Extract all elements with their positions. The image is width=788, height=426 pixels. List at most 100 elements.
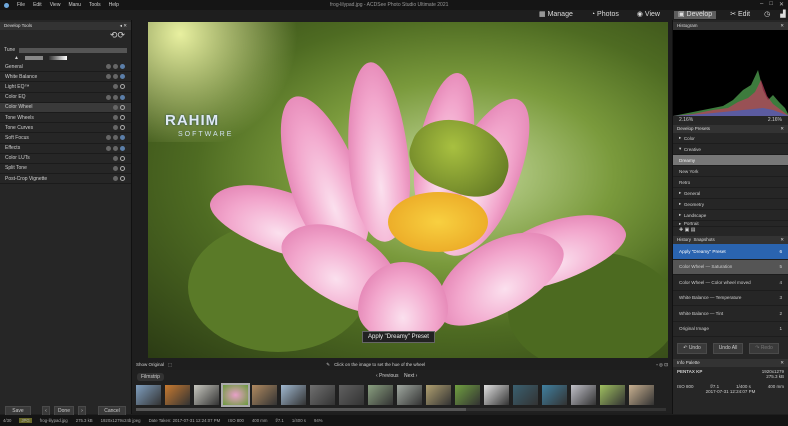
tool-split-tone[interactable]: Split Tone [0, 164, 131, 175]
status-filename: frog-lilypad.jpg [39, 418, 68, 423]
mode-edit[interactable]: ✂ Edit [726, 11, 754, 19]
menu-tools[interactable]: Tools [89, 2, 101, 8]
preset-actions[interactable]: ✚ ▣ ▤ [673, 227, 788, 236]
preset-folder-geometry[interactable]: ▸ Geometry [673, 199, 788, 210]
menu-view[interactable]: View [50, 2, 61, 8]
filmstrip-thumbnail[interactable] [455, 385, 480, 405]
show-original-toggle[interactable]: Show Original [136, 362, 164, 367]
menu-help[interactable]: Help [109, 2, 119, 8]
filmstrip-thumbnail[interactable] [136, 385, 161, 405]
history-item[interactable]: White Balance — Temperature 3 [673, 291, 788, 306]
image-canvas[interactable] [148, 22, 668, 358]
undo-button[interactable]: ↶ Undo [677, 343, 707, 354]
mode-manage[interactable]: ▦ Manage [535, 11, 577, 19]
dashboard-icon[interactable]: ◷ [764, 11, 770, 19]
mode-photos[interactable]: ◔ Photos [587, 11, 623, 19]
tool-light-eq[interactable]: Light EQ™ [0, 82, 131, 93]
preset-icons[interactable]: ⟲⟳ [0, 30, 131, 46]
next-link[interactable]: Next › [404, 373, 417, 379]
filmstrip-thumbnail[interactable] [571, 385, 596, 405]
history-number: 6 [779, 248, 782, 254]
compare-slider[interactable] [24, 56, 43, 60]
history-item[interactable]: Apply "Dreamy" Preset 6 [673, 244, 788, 260]
tool-general[interactable]: General [0, 62, 131, 73]
filmstrip-thumbnail[interactable] [600, 385, 625, 405]
undo-label: Undo [688, 345, 701, 351]
filmstrip-thumbnail[interactable] [397, 385, 422, 405]
preset-folder-color[interactable]: ▸ Color [673, 133, 788, 144]
info-size: 275.3 kB [766, 374, 784, 379]
history-item[interactable]: White Balance — Tint 2 [673, 306, 788, 322]
tool-tone-wheels[interactable]: Tone Wheels [0, 113, 131, 124]
filmstrip-thumbnail[interactable] [629, 385, 654, 405]
show-original-checkbox[interactable]: ⬚ [168, 362, 172, 368]
filmstrip-thumbnail[interactable] [339, 385, 364, 405]
redo-button[interactable]: ↷ Redo [749, 343, 779, 354]
mode-label: Manage [547, 10, 573, 18]
filmstrip-thumbnail[interactable] [252, 385, 277, 405]
info-iso: ISO 800 [677, 384, 694, 389]
mode-view[interactable]: ◉ View [633, 11, 664, 19]
eyedropper-icon: ✎ [326, 361, 331, 367]
panel-close-icon[interactable]: ✕ [780, 23, 784, 29]
filmstrip-thumbnail[interactable] [426, 385, 451, 405]
filmstrip-thumbnail[interactable] [484, 385, 509, 405]
preset-folder-general[interactable]: ▸ General [673, 188, 788, 199]
panel-close-icon[interactable]: ◂ ✕ [120, 23, 127, 29]
tool-soft-focus[interactable]: Soft Focus [0, 133, 131, 144]
filmstrip-thumbnail[interactable] [221, 383, 250, 407]
filmstrip-title: Filmstrip [137, 373, 164, 381]
zoom-controls[interactable]: ▫ ◎ ⊡ [656, 362, 668, 368]
exposure-preview[interactable] [48, 56, 67, 60]
panel-close-icon[interactable]: ✕ [780, 126, 784, 132]
minimize-button[interactable]: – [760, 1, 763, 8]
preset-new-york[interactable]: New York [673, 166, 788, 177]
tab-snapshots[interactable]: Snapshots [694, 237, 715, 242]
preset-folder-landscape[interactable]: ▸ Landscape [673, 210, 788, 221]
undo-all-button[interactable]: Undo All [713, 343, 743, 354]
preset-folder-creative[interactable]: ▾ Creative [673, 144, 788, 155]
histogram-right-clip[interactable]: 2.16% [768, 117, 782, 124]
filmstrip-thumbnail[interactable] [165, 385, 190, 405]
previous-link[interactable]: ‹ Previous [376, 373, 399, 379]
preset-retro[interactable]: Retro [673, 177, 788, 188]
filmstrip-thumbnail[interactable] [542, 385, 567, 405]
panel-close-icon[interactable]: ✕ [780, 360, 784, 366]
menu-file[interactable]: File [17, 2, 25, 8]
filmstrip-thumbnail[interactable] [513, 385, 538, 405]
tool-color-luts[interactable]: Color LUTs [0, 154, 131, 164]
history-item[interactable]: Color Wheel — Color wheel moved 4 [673, 275, 788, 291]
tool-color-wheel[interactable]: Color Wheel [0, 102, 131, 113]
histogram [673, 30, 788, 116]
filmstrip-scrollbar[interactable] [136, 408, 666, 411]
status-format: JPG [19, 418, 32, 423]
history-item[interactable]: Original Image 1 [673, 322, 788, 337]
mode-label: Photos [597, 10, 619, 18]
history-item[interactable]: Color Wheel — Saturation 5 [673, 259, 788, 275]
tab-tune[interactable]: Tune [4, 47, 15, 53]
preset-dreamy[interactable]: Dreamy [673, 155, 788, 166]
histogram-left-clip[interactable]: 2.16% [679, 117, 693, 124]
tab-history[interactable]: History [677, 237, 691, 242]
close-button[interactable]: ✕ [779, 1, 784, 8]
tool-white-balance[interactable]: White Balance [0, 72, 131, 83]
tool-effects[interactable]: Effects [0, 144, 131, 154]
presets-list: ▸ Color ▾ Creative Dreamy New York Retro… [673, 133, 788, 227]
maximize-button[interactable]: □ [769, 1, 773, 8]
filmstrip-thumbnail[interactable] [310, 385, 335, 405]
tool-tone-curves[interactable]: Tone Curves [0, 123, 131, 134]
tool-post-crop-vignette[interactable]: Post-Crop Vignette [0, 174, 131, 185]
menu-manu[interactable]: Manu [68, 2, 81, 8]
panel-title: Develop Tools [4, 23, 33, 28]
filmstrip-thumbnail[interactable] [368, 385, 393, 405]
stats-icon[interactable]: ▟ [780, 11, 785, 19]
info-focal: 400 mm [767, 384, 784, 389]
status-date: Date Taken: 2017-07-31 12:24:07 PM [148, 418, 221, 423]
mode-develop[interactable]: ▣ Develop [673, 10, 717, 19]
filmstrip-thumbnail[interactable] [281, 385, 306, 405]
tool-color-eq[interactable]: Color EQ [0, 93, 131, 103]
menu-edit[interactable]: Edit [33, 2, 42, 8]
filmstrip-thumbnail[interactable] [194, 385, 219, 405]
warning-icon[interactable]: ▲ [14, 55, 19, 61]
panel-close-icon[interactable]: ✕ [780, 237, 784, 243]
